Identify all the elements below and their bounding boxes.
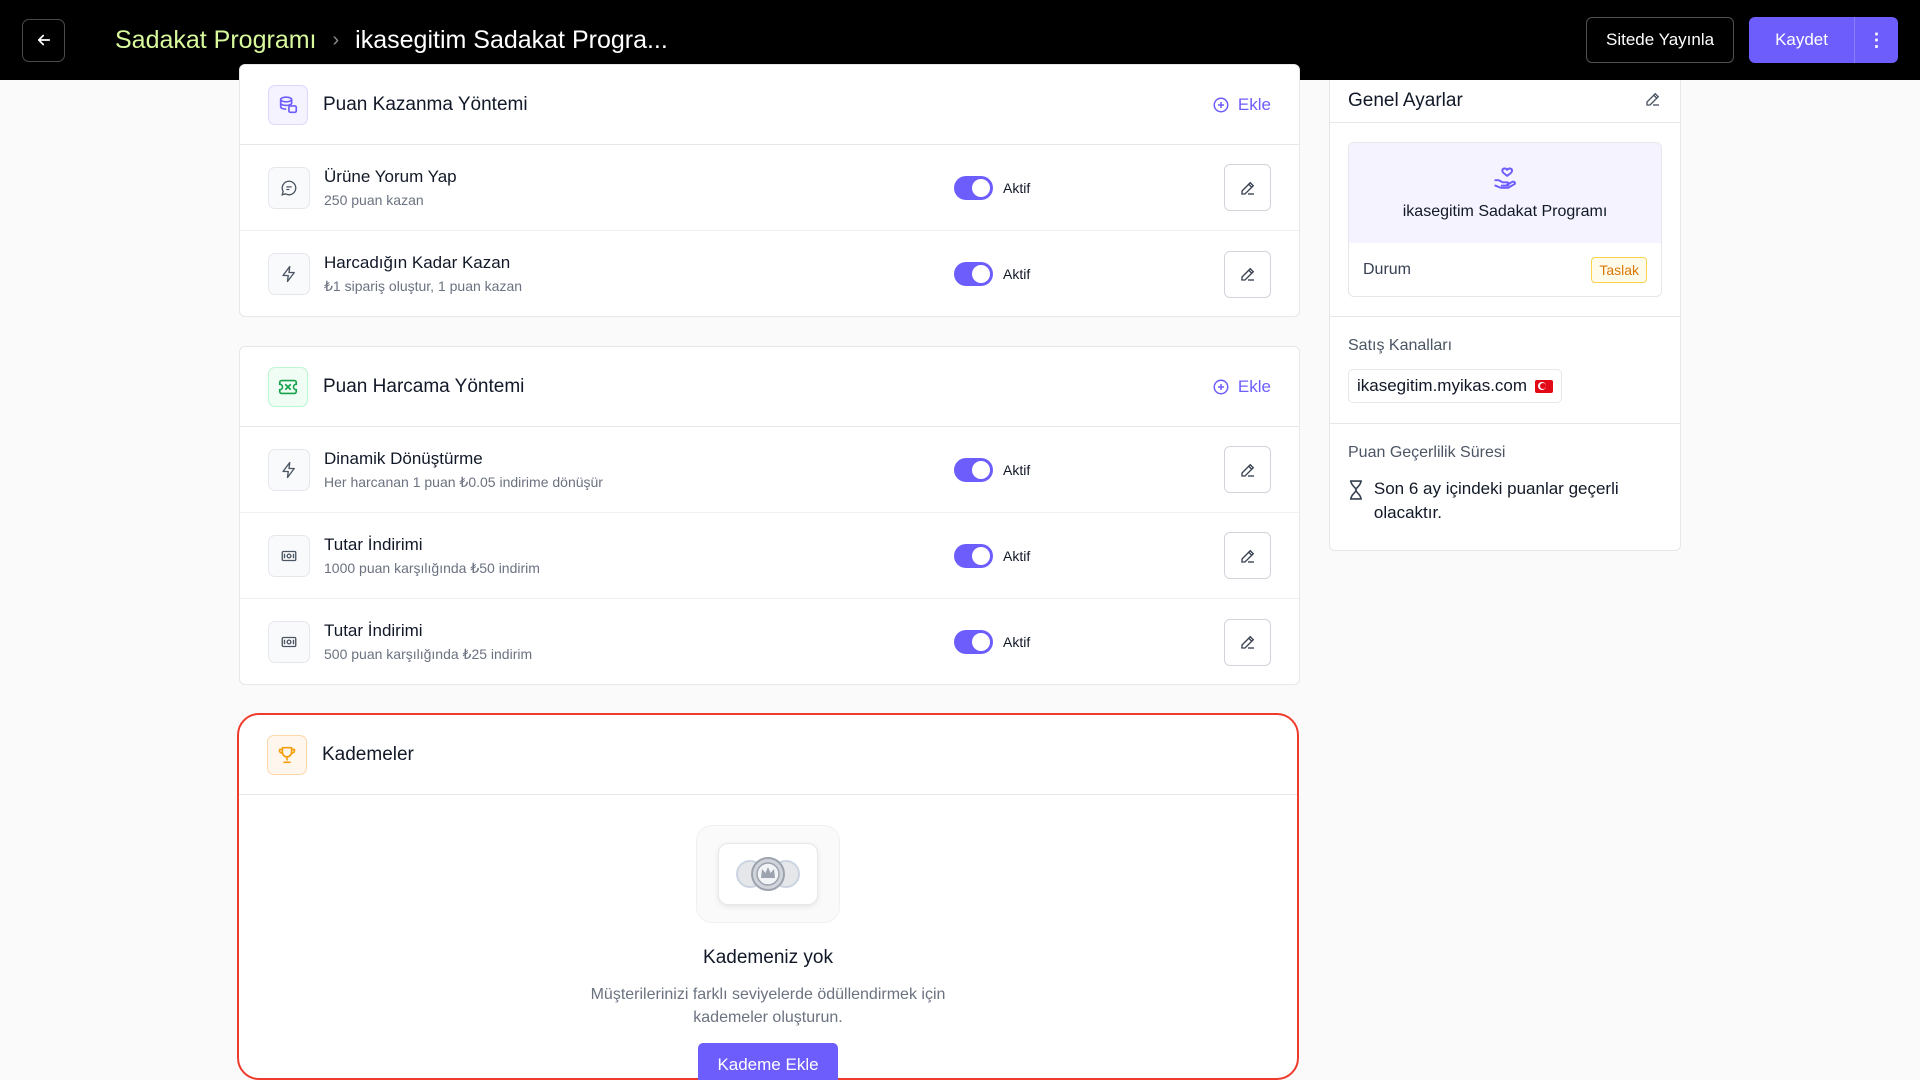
method-subtitle: 250 puan kazan [324, 192, 424, 208]
tiers-title: Kademeler [322, 743, 414, 765]
spending-methods-card: Puan Harcama Yöntemi Ekle Dinamik Dönüşt… [239, 346, 1300, 685]
method-title: Ürüne Yorum Yap [324, 167, 457, 186]
channel-name: ikasegitim.myikas.com [1357, 376, 1528, 395]
general-settings-panel: Genel Ayarlar ikasegitim Sadakat Program… [1329, 80, 1681, 551]
method-title: Tutar İndirimi [324, 621, 423, 640]
edit-button[interactable] [1224, 618, 1271, 666]
coins-icon [268, 84, 308, 125]
hourglass-icon [1349, 480, 1362, 500]
status-label: Aktif [1003, 179, 1031, 196]
crown-coins-icon [736, 857, 800, 891]
lightning-icon [268, 448, 310, 491]
status-toggle[interactable] [954, 630, 993, 654]
program-summary: ikasegitim Sadakat Programı Durum Taslak [1348, 142, 1662, 297]
spending-methods-title: Puan Harcama Yöntemi [323, 375, 525, 397]
turkey-flag-icon [1535, 379, 1554, 393]
more-options-icon[interactable]: ⋮ [1854, 17, 1898, 63]
general-settings-title: Genel Ayarlar [1348, 90, 1463, 111]
pencil-icon [1240, 181, 1254, 195]
page-title: ikasegitim Sadakat Progra... [355, 25, 668, 54]
chevron-right-icon: › [332, 28, 340, 51]
status-toggle[interactable] [954, 262, 993, 286]
edit-button[interactable] [1224, 250, 1271, 298]
sales-channels-label: Satış Kanalları [1348, 337, 1453, 354]
status-toggle[interactable] [954, 457, 993, 482]
status-toggle[interactable] [954, 175, 993, 200]
hand-heart-icon [1494, 167, 1516, 189]
sales-channel-chip: ikasegitim.myikas.com [1348, 369, 1563, 403]
validity-text: Son 6 ay içindeki puanlar geçerli olacak… [1373, 479, 1619, 522]
list-item: Ürüne Yorum Yap 250 puan kazan Aktif [240, 145, 1299, 231]
arrow-left-icon [37, 34, 50, 46]
earning-methods-title: Puan Kazanma Yöntemi [323, 93, 528, 115]
general-settings-header: Genel Ayarlar [1330, 80, 1680, 123]
status-label: Aktif [1003, 547, 1031, 564]
spending-add-link[interactable]: Ekle [1212, 377, 1271, 397]
status-label: Durum [1363, 260, 1412, 278]
status-label: Aktif [1003, 266, 1031, 282]
empty-title: Kademeniz yok [703, 947, 833, 968]
tiers-card: Kademeler Kademeniz yok Müşterilerinizi … [237, 713, 1299, 1080]
empty-state: Kademeniz yok Müşterilerinizi farklı sev… [239, 795, 1297, 1080]
lightning-icon [268, 253, 310, 295]
plus-circle-icon [1213, 97, 1229, 112]
back-button[interactable] [22, 18, 65, 62]
spending-add-label: Ekle [1237, 376, 1271, 396]
pencil-icon [1240, 635, 1254, 649]
method-title: Harcadığın Kadar Kazan [324, 253, 511, 272]
method-title: Dinamik Dönüştürme [324, 448, 483, 468]
list-item: Tutar İndirimi 1000 puan karşılığında ₺5… [240, 513, 1299, 599]
pencil-icon [1240, 463, 1254, 477]
ticket-icon [268, 366, 308, 407]
status-label: Aktif [1003, 461, 1031, 478]
method-subtitle: 500 puan karşılığında ₺25 indirim [324, 646, 533, 662]
validity-section: Puan Geçerlilik Süresi Son 6 ay içindeki… [1330, 423, 1680, 545]
edit-button[interactable] [1224, 446, 1271, 493]
earning-methods-card: Puan Kazanma Yöntemi Ekle Ürüne Yorum Ya… [239, 64, 1300, 317]
save-button[interactable]: Kaydet [1749, 17, 1854, 63]
status-label: Aktif [1003, 634, 1031, 650]
edit-button[interactable] [1224, 532, 1271, 579]
publish-button[interactable]: Sitede Yayınla [1586, 17, 1735, 63]
earning-add-label: Ekle [1237, 94, 1271, 114]
comment-icon [268, 166, 310, 209]
list-item: Harcadığın Kadar Kazan ₺1 sipariş oluştu… [240, 231, 1299, 317]
pencil-icon [1240, 549, 1254, 563]
pencil-icon[interactable] [1644, 90, 1662, 113]
tiers-illustration [696, 825, 840, 923]
trophy-icon [267, 734, 307, 775]
banknote-icon [268, 621, 310, 663]
program-name: ikasegitim Sadakat Programı [1402, 203, 1608, 220]
validity-label: Puan Geçerlilik Süresi [1348, 444, 1506, 461]
empty-description: Müşterilerinizi farklı seviyelerde ödüll… [590, 986, 946, 1026]
add-tier-button[interactable]: Kademe Ekle [698, 1043, 838, 1080]
pencil-icon [1240, 267, 1254, 281]
list-item: Dinamik Dönüştürme Her harcanan 1 puan ₺… [240, 427, 1299, 513]
method-subtitle: Her harcanan 1 puan ₺0.05 indirime dönüş… [324, 473, 603, 490]
status-badge: Taslak [1591, 256, 1647, 283]
earning-add-link[interactable]: Ekle [1212, 95, 1271, 115]
tiers-header: Kademeler [239, 715, 1297, 795]
sales-channels-section: Satış Kanalları ikasegitim.myikas.com [1330, 316, 1680, 423]
breadcrumb-root[interactable]: Sadakat Programı [115, 26, 317, 55]
banknote-icon [268, 534, 310, 577]
method-subtitle: 1000 puan karşılığında ₺50 indirim [324, 559, 540, 576]
status-toggle[interactable] [954, 543, 993, 568]
earning-methods-header: Puan Kazanma Yöntemi Ekle [240, 65, 1299, 145]
plus-circle-icon [1213, 379, 1229, 394]
list-item: Tutar İndirimi 500 puan karşılığında ₺25… [240, 599, 1299, 685]
spending-methods-header: Puan Harcama Yöntemi Ekle [240, 347, 1299, 427]
method-subtitle: ₺1 sipariş oluştur, 1 puan kazan [324, 278, 523, 294]
edit-button[interactable] [1224, 164, 1271, 211]
method-title: Tutar İndirimi [324, 534, 423, 554]
